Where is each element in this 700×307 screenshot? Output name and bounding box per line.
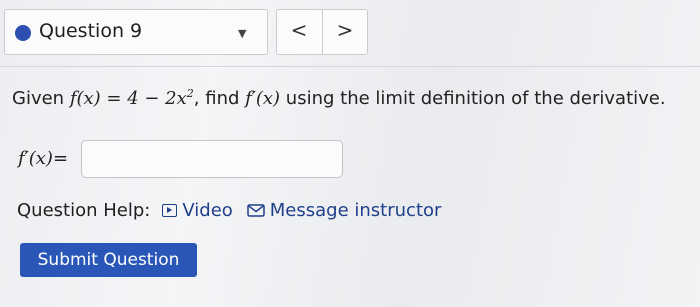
question-status-dot bbox=[15, 25, 31, 41]
envelope-icon bbox=[247, 204, 265, 217]
question-text: Given f(x) = 4 − 2x2, find f′(x) using t… bbox=[12, 87, 666, 109]
video-label: Video bbox=[182, 200, 233, 221]
question-middle: , find bbox=[193, 88, 246, 109]
question-suffix: using the limit definition of the deriva… bbox=[280, 88, 666, 109]
question-help: Question Help: Video Message instructor bbox=[17, 200, 455, 221]
message-instructor-link[interactable]: Message instructor bbox=[247, 200, 442, 221]
video-icon bbox=[162, 204, 178, 217]
video-link[interactable]: Video bbox=[162, 200, 233, 221]
next-question-button[interactable]: > bbox=[323, 18, 367, 42]
question-selector[interactable]: Question 9 ▼ bbox=[4, 9, 268, 55]
caret-down-icon: ▼ bbox=[238, 27, 247, 40]
previous-question-button[interactable]: < bbox=[277, 18, 321, 42]
help-label: Question Help: bbox=[17, 200, 151, 221]
question-header: Question 9 ▼ < > bbox=[0, 0, 700, 67]
question-prefix: Given bbox=[12, 88, 70, 109]
answer-input[interactable] bbox=[81, 140, 343, 178]
answer-label: f′(x)= bbox=[18, 148, 69, 169]
submit-question-button[interactable]: Submit Question bbox=[20, 243, 197, 277]
question-label: Question 9 bbox=[39, 20, 143, 42]
exponent: 2 bbox=[186, 87, 194, 100]
function-expression: f(x) = 4 − 2x2 bbox=[69, 87, 194, 109]
message-label: Message instructor bbox=[269, 200, 442, 221]
derivative-expression: f′(x) bbox=[245, 88, 281, 109]
question-nav: < > bbox=[276, 9, 368, 55]
